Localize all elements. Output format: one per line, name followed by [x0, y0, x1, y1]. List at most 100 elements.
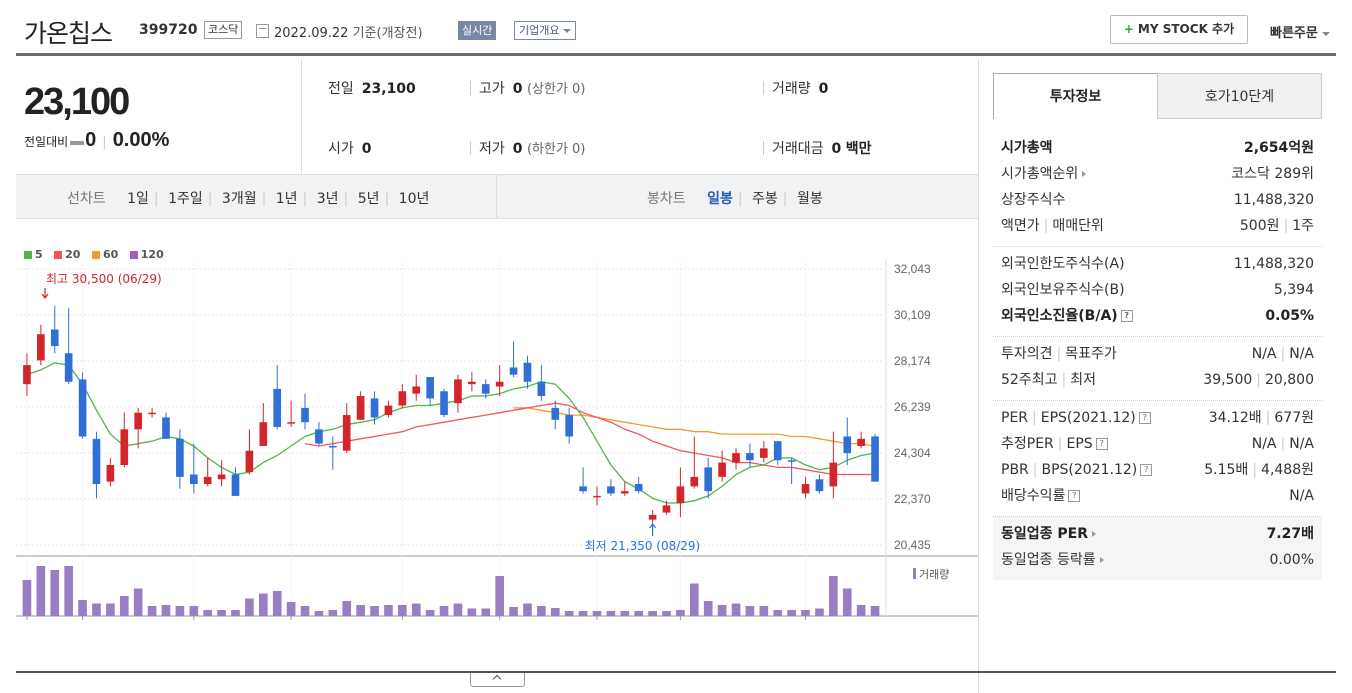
- candle-body: [704, 467, 713, 492]
- calendar-icon: [256, 24, 269, 38]
- candle-body: [37, 334, 45, 361]
- candle-body: [273, 388, 282, 427]
- stock-name: 가온칩스: [24, 19, 113, 48]
- info-row: PBR | BPS(2021.12)? 5.15배 | 4,488원: [993, 457, 1322, 483]
- candle-body: [120, 429, 129, 465]
- tab-investment-info[interactable]: 투자정보: [993, 73, 1158, 119]
- info-value: 34.12배 | 677원: [1208, 410, 1314, 426]
- period-3y[interactable]: 3년: [317, 191, 339, 207]
- candle-body: [732, 453, 740, 463]
- info-value: 5.15배 | 4,488원: [1204, 462, 1314, 478]
- help-icon[interactable]: ?: [1138, 412, 1151, 424]
- volume-bar: [286, 602, 296, 616]
- volume-bar: [703, 601, 713, 616]
- line-chart-periods: 선차트 1일 | 1주일 | 3개월 | 1년 | 3년 | 5년 | 10년: [67, 191, 430, 207]
- info-row: 외국인한도주식수(A) 11,488,320: [993, 251, 1322, 277]
- volume-bar: [870, 606, 880, 616]
- candle-body: [815, 479, 824, 492]
- candle-body: [78, 379, 87, 437]
- info-value: 39,500 | 20,800: [1203, 372, 1314, 388]
- period-10y[interactable]: 10년: [399, 191, 430, 207]
- info-label[interactable]: 시가총액순위: [1001, 161, 1087, 187]
- volume-bar: [509, 607, 518, 616]
- candle-body: [773, 441, 782, 461]
- company-overview-dropdown[interactable]: 기업개요: [514, 21, 577, 40]
- volume-bar: [36, 566, 46, 616]
- candle-body: [245, 450, 254, 473]
- info-label: 외국인소진율(B/A)?: [1001, 303, 1133, 329]
- info-row: 상장주식수 11,488,320: [993, 187, 1322, 213]
- help-icon[interactable]: ?: [1120, 310, 1133, 322]
- period-3m[interactable]: 3개월: [222, 191, 257, 207]
- volume-bar: [578, 611, 588, 616]
- investment-table: 시가총액 2,654억원 시가총액순위 코스닥 289위 상장주식수 11,488,320…: [993, 131, 1322, 580]
- volume-bar: [356, 605, 365, 616]
- info-label: 외국인보유주식수(B): [1001, 282, 1125, 298]
- candle-weekly[interactable]: 주봉: [752, 191, 778, 207]
- volume-bar: [161, 605, 171, 616]
- price-info-grid: 전일 23,100 고가 0 (상한가 0) 거래량 0 시가 0 저가 0 (하한가 0…: [302, 59, 978, 175]
- info-label[interactable]: 동일업종 PER: [1001, 521, 1096, 547]
- help-icon[interactable]: ?: [1068, 490, 1081, 502]
- legend-ma60: 60: [91, 248, 118, 261]
- candle-body: [690, 476, 699, 487]
- legend-ma20: 20: [54, 248, 80, 261]
- volume-bar: [592, 611, 602, 616]
- info-value: 0.00%: [1269, 552, 1314, 568]
- candle-body: [634, 484, 643, 492]
- legend-ma5: 5: [24, 248, 43, 261]
- volume-bar: [133, 588, 143, 616]
- info-group-3: PER | EPS(2021.12)? 34.12배 | 677원 추정PER | EPS? N/…: [993, 401, 1322, 517]
- volume-legend-swatch: [913, 568, 916, 579]
- candle-body: [162, 417, 170, 439]
- high-price: 고가 0 (상한가 0): [479, 81, 586, 97]
- y-tick-label: 26,239: [894, 400, 931, 414]
- prev-close: 전일 23,100: [328, 81, 416, 97]
- quick-order-dropdown[interactable]: 빠른주문: [1270, 22, 1330, 41]
- info-value: 5,394: [1273, 282, 1314, 298]
- period-5y[interactable]: 5년: [358, 191, 380, 207]
- candle-body: [759, 448, 768, 458]
- info-group-1: 외국인한도주식수(A) 11,488,320 외국인보유주식수(B) 5,394 외국인…: [993, 247, 1322, 337]
- volume-bar: [203, 610, 213, 616]
- stock-code: 399720: [139, 22, 198, 38]
- volume-bar: [189, 606, 199, 616]
- price-summary: 23,100 전일대비 0 | 0.00%: [16, 59, 302, 175]
- help-icon[interactable]: ?: [1140, 464, 1153, 476]
- info-value: 0.05%: [1265, 308, 1314, 324]
- info-row: 시가총액순위 코스닥 289위: [993, 161, 1322, 187]
- help-icon[interactable]: ?: [1095, 438, 1108, 450]
- volume-bar: [231, 610, 240, 616]
- info-value: 500원 | 1주: [1239, 218, 1314, 234]
- tab-orderbook-10[interactable]: 호가10단계: [1157, 73, 1322, 119]
- panel-tabs: 투자정보 호가10단계: [993, 73, 1322, 119]
- candle-daily[interactable]: 일봉: [707, 191, 733, 207]
- period-1d[interactable]: 1일: [127, 191, 149, 207]
- volume-bar: [314, 611, 324, 616]
- info-value: 2,654억원: [1243, 140, 1314, 156]
- period-1w[interactable]: 1주일: [168, 191, 203, 207]
- info-row: 액면가 | 매매단위 500원 | 1주: [993, 213, 1322, 239]
- info-row: 52주최고 | 최저 39,500 | 20,800: [993, 367, 1322, 393]
- volume-bar: [398, 605, 407, 616]
- candle-body: [370, 398, 379, 418]
- info-label[interactable]: 동일업종 등락률: [1001, 547, 1104, 573]
- volume-bar: [50, 570, 60, 616]
- mystock-add-button[interactable]: + MY STOCK 추가: [1110, 15, 1248, 44]
- ma5-line: [26, 362, 876, 504]
- volume-bar: [550, 608, 560, 616]
- volume-bar: [676, 610, 685, 616]
- candlestick-chart: 32,043 30,109 28,174 26,239 24,304 22,370 20,4…: [16, 260, 978, 620]
- period-1y[interactable]: 1년: [276, 191, 298, 207]
- flat-icon: [70, 140, 85, 145]
- info-row: PER | EPS(2021.12)? 34.12배 | 677원: [993, 405, 1322, 431]
- volume-label: 거래량: [919, 568, 949, 581]
- candle-monthly[interactable]: 월봉: [797, 191, 823, 207]
- realtime-button[interactable]: 실시간: [458, 21, 497, 40]
- info-row: 추정PER | EPS? N/A | N/A: [993, 431, 1322, 457]
- collapse-toggle-button[interactable]: [470, 673, 525, 687]
- y-tick-label: 22,370: [894, 492, 931, 506]
- volume-bar: [453, 603, 463, 616]
- bottom-divider: [16, 671, 1336, 673]
- info-value: 7.27배: [1266, 526, 1314, 542]
